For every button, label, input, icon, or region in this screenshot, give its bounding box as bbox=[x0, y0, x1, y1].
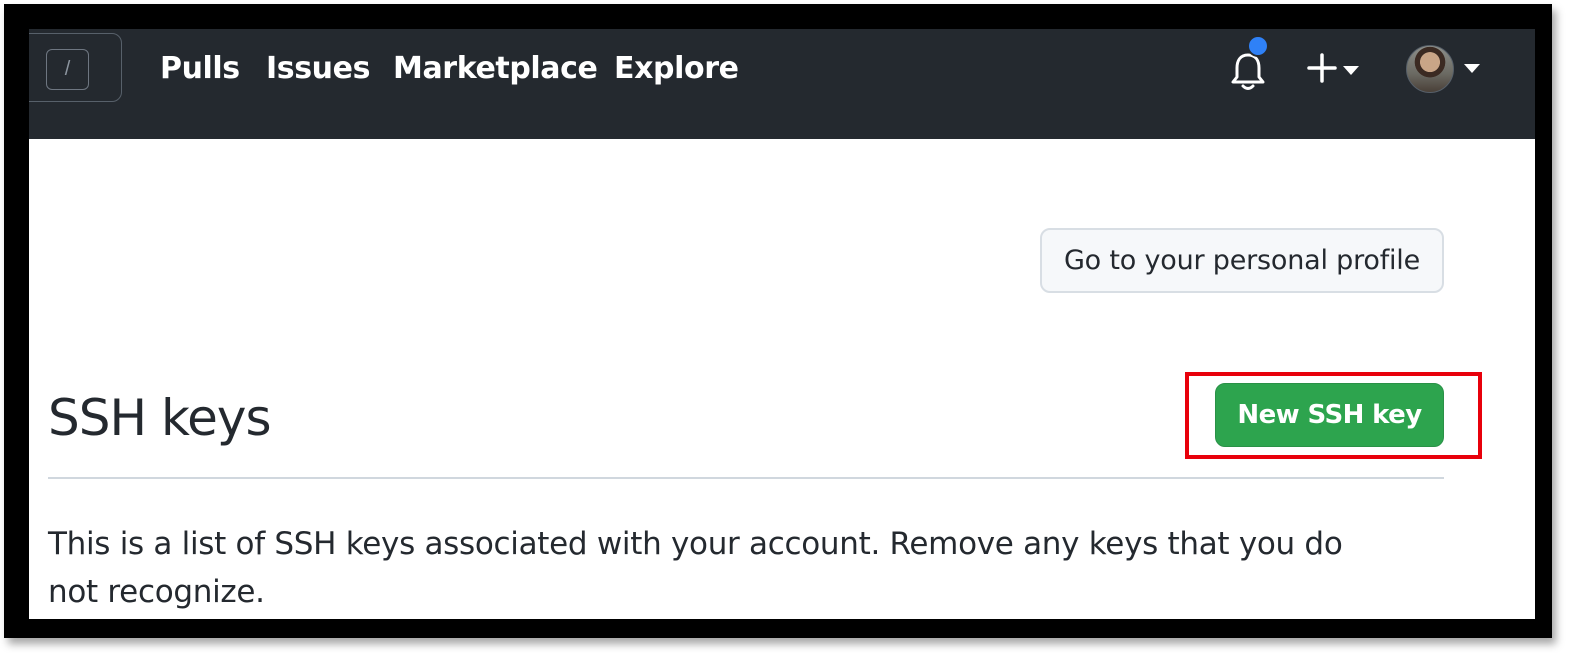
page-title: SSH keys bbox=[48, 389, 272, 447]
plus-icon[interactable] bbox=[1307, 53, 1337, 83]
nav-link-explore[interactable]: Explore bbox=[614, 51, 739, 87]
top-navigation-bar: / Pulls Issues Marketplace Explore bbox=[29, 29, 1535, 139]
bell-icon[interactable] bbox=[1229, 51, 1267, 91]
avatar[interactable] bbox=[1406, 45, 1454, 93]
search-input[interactable]: / bbox=[29, 33, 122, 102]
screenshot-frame: / Pulls Issues Marketplace Explore Go to bbox=[4, 4, 1552, 638]
nav-link-pulls[interactable]: Pulls bbox=[160, 51, 240, 87]
chevron-down-icon[interactable] bbox=[1343, 66, 1359, 76]
go-to-profile-button[interactable]: Go to your personal profile bbox=[1040, 228, 1444, 293]
keyboard-shortcut-hint: / bbox=[46, 49, 89, 90]
page-description: This is a list of SSH keys associated wi… bbox=[48, 526, 1343, 610]
chevron-down-icon[interactable] bbox=[1464, 64, 1480, 74]
new-ssh-key-button[interactable]: New SSH key bbox=[1215, 383, 1444, 447]
nav-link-marketplace[interactable]: Marketplace bbox=[393, 51, 598, 87]
notification-indicator bbox=[1247, 35, 1269, 57]
divider bbox=[48, 477, 1444, 479]
nav-link-issues[interactable]: Issues bbox=[266, 51, 370, 87]
browser-viewport: / Pulls Issues Marketplace Explore Go to bbox=[29, 29, 1535, 619]
